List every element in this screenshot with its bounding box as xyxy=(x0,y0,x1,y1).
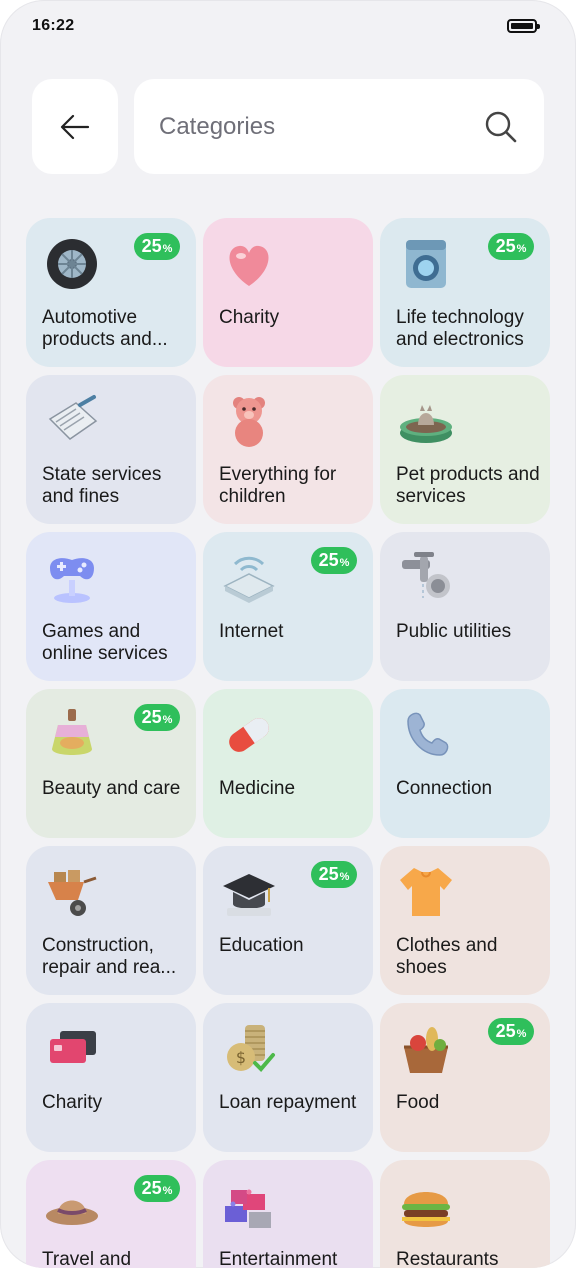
coins-icon: $ xyxy=(227,1025,275,1072)
heart-icon xyxy=(229,245,269,286)
category-label: Charity xyxy=(219,307,280,328)
category-label: State services and fines xyxy=(42,464,162,507)
category-tile[interactable]: 25% Travel and xyxy=(26,1160,196,1268)
category-tile[interactable]: Charity xyxy=(26,1003,196,1152)
category-tile[interactable]: Everything for children xyxy=(203,375,373,524)
category-tile[interactable]: Pet products and services xyxy=(380,375,550,524)
category-label: Clothes and shoes xyxy=(396,935,498,978)
category-label: Charity xyxy=(42,1092,103,1113)
discount-badge: 25% xyxy=(134,704,180,731)
category-label: Life technology and electronics xyxy=(396,307,524,350)
category-label: Games and online services xyxy=(42,621,168,664)
category-label: Connection xyxy=(396,778,493,799)
perfume-icon xyxy=(52,709,92,755)
food-basket-icon xyxy=(404,1027,448,1073)
phone-screen: 16:22 Categories 25% Automotive products … xyxy=(0,0,576,1268)
category-tile[interactable]: Clothes and shoes xyxy=(380,846,550,995)
category-label: Education xyxy=(219,935,304,956)
category-label: Automotive products and... xyxy=(42,307,168,350)
category-label: Food xyxy=(396,1092,440,1113)
category-tile[interactable]: Public utilities xyxy=(380,532,550,681)
category-tile[interactable]: Connection xyxy=(380,689,550,838)
category-label: Medicine xyxy=(219,778,296,799)
phone-handset-icon xyxy=(407,712,449,756)
category-tile[interactable]: $ Loan repayment xyxy=(203,1003,373,1152)
category-tile[interactable]: 25% Life technology and electronics xyxy=(380,218,550,367)
category-label: Pet products and services xyxy=(396,464,540,507)
router-icon xyxy=(223,556,275,603)
category-tile[interactable]: 25% Automotive products and... xyxy=(26,218,196,367)
category-label: Loan repayment xyxy=(219,1092,357,1113)
cards-icon xyxy=(50,1031,96,1063)
category-tile[interactable]: Medicine xyxy=(203,689,373,838)
category-tile[interactable]: 25% Education xyxy=(203,846,373,995)
battery-icon xyxy=(507,19,540,33)
graduation-cap-icon xyxy=(223,874,275,916)
pet-bowl-icon xyxy=(400,405,452,443)
category-tile[interactable]: 25% Internet xyxy=(203,532,373,681)
discount-badge: 25% xyxy=(488,233,534,260)
tire-icon xyxy=(47,239,97,289)
category-tile[interactable]: Restaurants xyxy=(380,1160,550,1268)
category-label: Public utilities xyxy=(396,621,512,642)
pills-icon xyxy=(229,718,269,752)
faucet-icon xyxy=(402,552,450,598)
category-tile[interactable]: Games and online services xyxy=(26,532,196,681)
category-tile[interactable]: Construction, repair and rea... xyxy=(26,846,196,995)
washing-machine-icon xyxy=(406,240,446,288)
category-tile[interactable]: Entertainment xyxy=(203,1160,373,1268)
arrow-left-icon xyxy=(60,114,90,139)
search-bar[interactable]: Categories xyxy=(134,79,544,174)
tshirt-icon xyxy=(400,868,452,916)
wheelbarrow-icon xyxy=(48,870,97,916)
discount-badge: 25% xyxy=(134,1175,180,1202)
category-label: Beauty and care xyxy=(42,778,181,799)
status-time: 16:22 xyxy=(32,17,75,34)
blocks-icon xyxy=(225,1189,271,1228)
category-label: Entertainment xyxy=(219,1249,338,1268)
discount-badge: 25% xyxy=(311,547,357,574)
svg-text:$: $ xyxy=(236,1048,246,1067)
teddy-bear-icon xyxy=(233,397,265,447)
burger-icon xyxy=(402,1192,450,1227)
category-label: Internet xyxy=(219,621,284,642)
back-button[interactable] xyxy=(32,79,118,174)
discount-badge: 25% xyxy=(488,1018,534,1045)
status-bar: 16:22 xyxy=(0,0,576,52)
category-tile[interactable]: State services and fines xyxy=(26,375,196,524)
category-label: Restaurants xyxy=(396,1249,499,1268)
category-tile[interactable]: Charity xyxy=(203,218,373,367)
category-tile[interactable]: 25% Beauty and care xyxy=(26,689,196,838)
hat-icon xyxy=(46,1200,98,1225)
gamepad-icon xyxy=(50,558,94,603)
search-input[interactable]: Categories xyxy=(159,113,275,141)
category-label: Travel and xyxy=(42,1249,132,1268)
discount-badge: 25% xyxy=(134,233,180,260)
document-pen-icon xyxy=(48,395,98,440)
category-tile[interactable]: 25% Food xyxy=(380,1003,550,1152)
discount-badge: 25% xyxy=(311,861,357,888)
category-label: Construction, repair and rea... xyxy=(42,935,177,978)
search-icon[interactable] xyxy=(483,109,519,145)
category-label: Everything for children xyxy=(219,464,337,507)
